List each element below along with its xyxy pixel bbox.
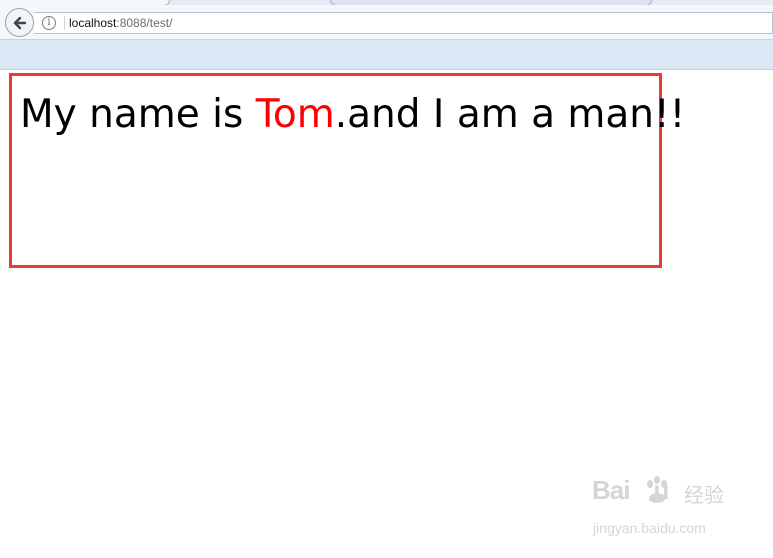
sentence-suffix: .and I am a man!! (334, 92, 686, 137)
name-highlight: Tom (255, 92, 335, 137)
paw-icon (647, 476, 667, 503)
address-bar[interactable]: i localhost:8088/test/ (34, 12, 773, 34)
baidu-jingyan-watermark: Bai u 经验 jingyan.baidu.com (592, 475, 742, 545)
watermark-chinese: 经验 (684, 483, 724, 507)
address-path: :8088/test/ (116, 16, 173, 30)
page-sentence: My name is Tom.and I am a man!! (20, 92, 685, 138)
info-icon[interactable]: i (42, 16, 56, 30)
address-host: localhost (69, 16, 117, 30)
sentence-prefix: My name is (20, 92, 256, 137)
address-url[interactable]: localhost:8088/test/ (69, 16, 172, 30)
back-arrow-icon (13, 16, 26, 29)
bookmarks-toolbar (0, 40, 773, 70)
navigation-bar: i localhost:8088/test/ (0, 5, 773, 40)
watermark-url: jingyan.baidu.com (593, 520, 706, 536)
back-button[interactable] (5, 8, 34, 37)
address-separator (64, 16, 65, 30)
